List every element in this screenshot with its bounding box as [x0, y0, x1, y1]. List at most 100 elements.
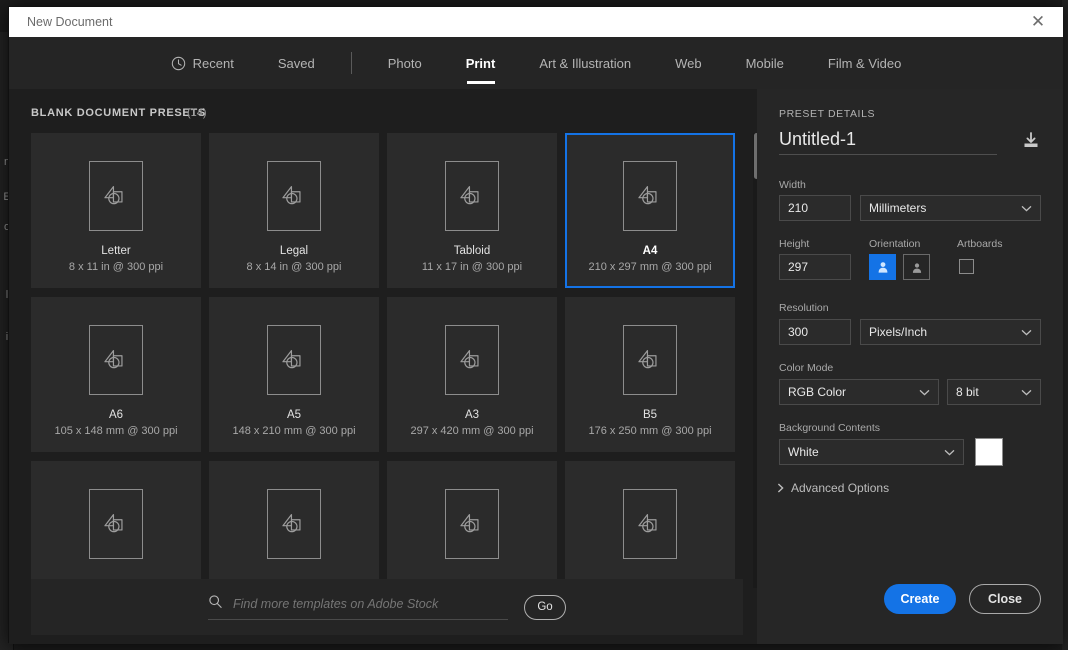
document-preview-icon [267, 161, 321, 231]
document-preview-icon [267, 489, 321, 559]
width-unit-select[interactable]: Millimeters [860, 195, 1041, 221]
preset-spec: 176 x 250 mm @ 300 ppi [588, 425, 711, 437]
preset-name: A4 [643, 245, 658, 257]
presets-pane: BLANK DOCUMENT PRESETS (14) Letter 8 x 11… [9, 89, 757, 644]
color-mode-label: Color Mode [779, 362, 833, 374]
tab-divider [351, 52, 352, 74]
tab-art-and-illustration[interactable]: Art & Illustration [517, 37, 653, 89]
height-label: Height [779, 238, 809, 250]
adobe-stock-search-bar: Go [31, 579, 743, 635]
preset-card-a5[interactable]: A5 148 x 210 mm @ 300 ppi [209, 297, 379, 452]
preset-card-legal[interactable]: Legal 8 x 14 in @ 300 ppi [209, 133, 379, 288]
preset-card-11[interactable] [387, 461, 557, 588]
dialog-action-buttons: Create Close [757, 584, 1063, 614]
document-name-row [779, 129, 1041, 155]
bit-depth-select[interactable]: 8 bit [947, 379, 1041, 405]
resolution-unit-select[interactable]: Pixels/Inch [860, 319, 1041, 345]
category-tabbar: Recent Saved Photo Print Art & Illustrat… [9, 37, 1063, 89]
tab-mobile[interactable]: Mobile [724, 37, 806, 89]
document-preview-icon [267, 325, 321, 395]
chevron-down-icon [1021, 329, 1032, 336]
resolution-unit-value: Pixels/Inch [869, 325, 1021, 339]
preset-name: Tabloid [454, 245, 490, 257]
background-contents-label: Background Contents [779, 422, 880, 434]
save-preset-icon[interactable] [1021, 131, 1041, 151]
preset-card-a4[interactable]: A4 210 x 297 mm @ 300 ppi [565, 133, 735, 288]
preset-card-12[interactable] [565, 461, 735, 588]
landscape-icon [908, 260, 926, 275]
create-button[interactable]: Create [884, 584, 956, 614]
preset-name: A5 [287, 409, 301, 421]
close-button[interactable]: Close [969, 584, 1041, 614]
presets-section-title: BLANK DOCUMENT PRESETS [31, 107, 206, 119]
preset-name: A3 [465, 409, 479, 421]
chevron-right-icon [777, 483, 784, 493]
search-icon [208, 594, 223, 614]
preset-card-letter[interactable]: Letter 8 x 11 in @ 300 ppi [31, 133, 201, 288]
artboards-label: Artboards [957, 238, 1003, 250]
preset-card-9[interactable] [31, 461, 201, 588]
document-preview-icon [445, 161, 499, 231]
tab-film-and-video[interactable]: Film & Video [806, 37, 923, 89]
width-unit-value: Millimeters [869, 201, 1021, 215]
document-preview-icon [89, 325, 143, 395]
tab-mobile-label: Mobile [746, 56, 784, 71]
tab-saved[interactable]: Saved [256, 37, 337, 89]
orientation-label: Orientation [869, 238, 920, 250]
preset-spec: 8 x 11 in @ 300 ppi [69, 261, 163, 273]
stock-search-field[interactable] [208, 594, 508, 620]
advanced-options-toggle[interactable]: Advanced Options [777, 481, 889, 495]
preset-spec: 148 x 210 mm @ 300 ppi [232, 425, 355, 437]
close-icon[interactable]: ✕ [1021, 7, 1055, 37]
preset-card-a3[interactable]: A3 297 x 420 mm @ 300 ppi [387, 297, 557, 452]
preset-spec: 297 x 420 mm @ 300 ppi [410, 425, 533, 437]
preset-name: Legal [280, 245, 308, 257]
background-color-swatch[interactable] [975, 438, 1003, 466]
chevron-down-icon [1021, 205, 1032, 212]
resolution-input[interactable] [779, 319, 851, 345]
stock-go-button[interactable]: Go [524, 595, 566, 620]
preset-card-10[interactable] [209, 461, 379, 588]
width-label: Width [779, 179, 806, 191]
preset-card-b5[interactable]: B5 176 x 250 mm @ 300 ppi [565, 297, 735, 452]
bit-depth-value: 8 bit [956, 385, 1021, 399]
tab-web[interactable]: Web [653, 37, 724, 89]
presets-count: (14) [187, 107, 207, 119]
orientation-landscape-button[interactable] [903, 254, 930, 280]
height-input[interactable] [779, 254, 851, 280]
preset-name: B5 [643, 409, 657, 421]
resolution-label: Resolution [779, 302, 829, 314]
chevron-down-icon [944, 449, 955, 456]
tab-photo-label: Photo [388, 56, 422, 71]
preset-name: Letter [101, 245, 130, 257]
color-mode-select[interactable]: RGB Color [779, 379, 939, 405]
artboards-checkbox[interactable] [959, 259, 974, 274]
preset-details-heading: PRESET DETAILS [779, 108, 875, 120]
orientation-portrait-button[interactable] [869, 254, 896, 280]
clock-icon [171, 56, 186, 71]
preset-details-pane: PRESET DETAILS Width Millimeters [757, 89, 1063, 644]
document-preview-icon [445, 489, 499, 559]
preset-spec: 210 x 297 mm @ 300 ppi [588, 261, 711, 273]
document-preview-icon [89, 489, 143, 559]
tab-film-and-video-label: Film & Video [828, 56, 901, 71]
tab-print[interactable]: Print [444, 37, 518, 89]
width-input[interactable] [779, 195, 851, 221]
dialog-titlebar: New Document ✕ [9, 7, 1063, 37]
advanced-options-label: Advanced Options [791, 481, 889, 495]
search-input[interactable] [233, 597, 503, 611]
preset-spec: 8 x 14 in @ 300 ppi [247, 261, 342, 273]
document-preview-icon [445, 325, 499, 395]
tab-active-underline [467, 81, 495, 84]
portrait-icon [875, 259, 891, 275]
tab-recent[interactable]: Recent [149, 37, 256, 89]
preset-spec: 11 x 17 in @ 300 ppi [422, 261, 522, 273]
preset-card-tabloid[interactable]: Tabloid 11 x 17 in @ 300 ppi [387, 133, 557, 288]
preset-card-a6[interactable]: A6105 x 148 mm @ 300 ppi [31, 297, 201, 452]
document-preview-icon [623, 489, 677, 559]
background-contents-select[interactable]: White [779, 439, 964, 465]
tab-recent-label: Recent [193, 56, 234, 71]
document-name-input[interactable] [779, 129, 997, 155]
new-document-dialog: New Document ✕ Recent Saved [8, 6, 1062, 643]
tab-photo[interactable]: Photo [366, 37, 444, 89]
